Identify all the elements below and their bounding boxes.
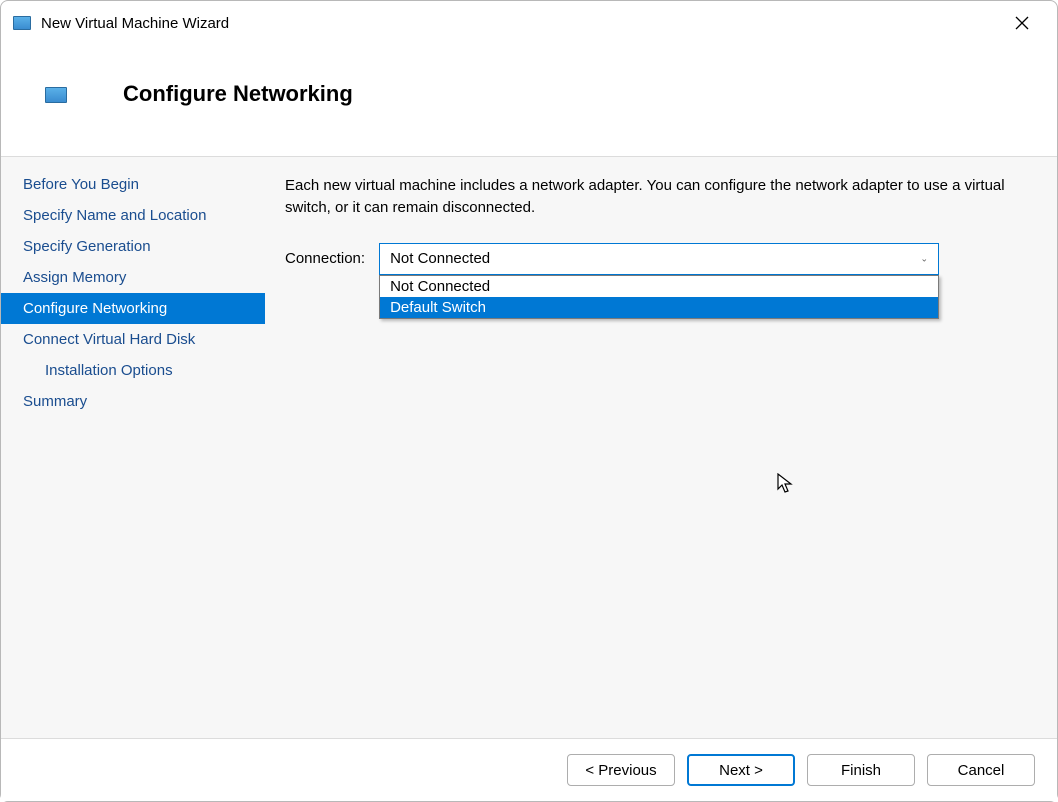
connection-label: Connection: bbox=[285, 250, 365, 267]
sidebar-item-specify-generation[interactable]: Specify Generation bbox=[1, 231, 265, 262]
sidebar-item-connect-vhd[interactable]: Connect Virtual Hard Disk bbox=[1, 324, 265, 355]
previous-button[interactable]: < Previous bbox=[567, 754, 675, 786]
next-button[interactable]: Next > bbox=[687, 754, 795, 786]
chevron-down-icon: ⌄ bbox=[921, 253, 929, 264]
close-icon bbox=[1015, 16, 1029, 30]
sidebar-item-before-you-begin[interactable]: Before You Begin bbox=[1, 169, 265, 200]
dropdown-option-default-switch[interactable]: Default Switch bbox=[380, 297, 938, 318]
dropdown-option-not-connected[interactable]: Not Connected bbox=[380, 276, 938, 297]
header-monitor-icon bbox=[45, 87, 67, 103]
sidebar-item-installation-options[interactable]: Installation Options bbox=[1, 355, 265, 386]
sidebar-item-specify-name[interactable]: Specify Name and Location bbox=[1, 200, 265, 231]
sidebar-item-summary[interactable]: Summary bbox=[1, 386, 265, 417]
connection-dropdown-list: Not Connected Default Switch bbox=[379, 275, 939, 319]
connection-field-row: Connection: Not Connected ⌄ Not Connecte… bbox=[285, 243, 1025, 275]
wizard-content: Each new virtual machine includes a netw… bbox=[265, 157, 1057, 738]
mouse-cursor-icon bbox=[777, 473, 795, 499]
titlebar: New Virtual Machine Wizard bbox=[1, 1, 1057, 45]
close-button[interactable] bbox=[999, 7, 1045, 39]
finish-button[interactable]: Finish bbox=[807, 754, 915, 786]
sidebar-item-configure-networking[interactable]: Configure Networking bbox=[1, 293, 265, 324]
page-title: Configure Networking bbox=[123, 81, 353, 107]
wizard-body: Before You Begin Specify Name and Locati… bbox=[1, 157, 1057, 739]
wizard-window: New Virtual Machine Wizard Configure Net… bbox=[0, 0, 1058, 802]
page-description: Each new virtual machine includes a netw… bbox=[285, 175, 1025, 219]
wizard-footer: < Previous Next > Finish Cancel bbox=[1, 739, 1057, 801]
wizard-header: Configure Networking bbox=[1, 45, 1057, 157]
app-icon bbox=[13, 16, 31, 30]
connection-selected-value: Not Connected bbox=[390, 250, 490, 267]
cancel-button[interactable]: Cancel bbox=[927, 754, 1035, 786]
connection-combo-wrap: Not Connected ⌄ Not Connected Default Sw… bbox=[379, 243, 939, 275]
sidebar-item-assign-memory[interactable]: Assign Memory bbox=[1, 262, 265, 293]
window-title: New Virtual Machine Wizard bbox=[41, 15, 999, 32]
connection-dropdown[interactable]: Not Connected ⌄ bbox=[379, 243, 939, 275]
wizard-steps-sidebar: Before You Begin Specify Name and Locati… bbox=[1, 157, 265, 738]
